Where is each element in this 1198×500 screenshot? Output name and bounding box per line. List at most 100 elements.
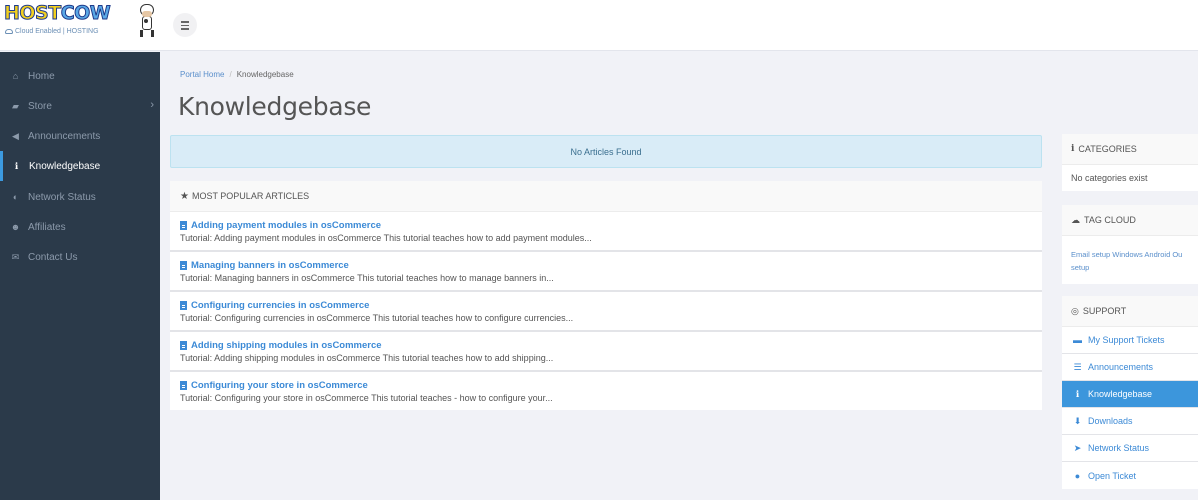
sidebar-item-network-status[interactable]: ◐ Network Status [0,182,160,212]
life-ring-icon: ◎ [1071,305,1079,316]
panel-heading-text: TAG CLOUD [1084,215,1136,225]
info-icon: i [1071,144,1075,154]
info-circle-icon: ℹ [1075,388,1080,399]
page-title: Knowledgebase [178,92,372,121]
sidebar-item-knowledgebase[interactable]: ℹ Knowledgebase [0,151,160,181]
article-item: Configuring your store in osCommerce Tut… [170,372,1042,410]
tag-link[interactable]: Email setup [1071,250,1110,259]
tag-cloud-heading: ☁ TAG CLOUD [1062,205,1198,236]
panel-heading-text: CATEGORIES [1078,144,1137,154]
cloud-icon: ☁ [1071,214,1080,225]
logo-host: HOST [4,2,62,25]
file-icon [180,380,187,390]
tag-link[interactable]: Windows [1112,250,1142,259]
sidebar-nav: ⌂ Home ▰ Store › ◀ Announcements ℹ Knowl… [0,52,160,500]
chevron-right-icon: › [150,99,154,111]
sidebar-item-label: Network Status [28,191,96,203]
bullhorn-icon: ◀ [12,130,19,141]
support-item-label: Knowledgebase [1088,389,1153,399]
sidebar-item-home[interactable]: ⌂ Home [0,61,160,91]
basket-icon: ▰ [12,100,19,111]
hamburger-line [181,24,189,26]
panel-heading-text: MOST POPULAR ARTICLES [191,191,310,201]
support-panel: ◎ SUPPORT ▬ My Support Tickets ☰ Announc… [1062,296,1198,489]
breadcrumb-separator: / [229,70,232,79]
article-description: Tutorial: Adding shipping modules in osC… [180,353,554,363]
sidebar-item-label: Store [28,100,52,112]
logo-tagline: Cloud Enabled | HOSTING [5,28,99,35]
download-icon: ⬇ [1073,415,1082,426]
sidebar-item-contact-us[interactable]: ✉ Contact Us [0,242,160,272]
article-item: Configuring currencies in osCommerce Tut… [170,292,1042,332]
article-item: Managing banners in osCommerce Tutorial:… [170,252,1042,292]
sidebar-item-label: Contact Us [28,251,78,263]
article-link[interactable]: Adding shipping modules in osCommerce [180,339,1032,351]
article-link[interactable]: Adding payment modules in osCommerce [180,219,1032,231]
sidebar-item-label: Announcements [28,130,101,142]
top-header: HOSTCOW Cloud Enabled | HOSTING [0,0,1198,51]
article-link[interactable]: Configuring currencies in osCommerce [180,299,1032,311]
star-icon: ★ [180,190,189,202]
envelope-icon: ✉ [11,251,20,262]
cow-mascot-icon [137,2,157,38]
sidebar-item-affiliates[interactable]: ☻ Affiliates [0,212,160,242]
panel-heading-text: SUPPORT [1082,306,1127,316]
support-heading: ◎ SUPPORT [1062,296,1198,327]
file-icon [180,260,187,270]
support-item-my-tickets[interactable]: ▬ My Support Tickets [1062,327,1198,354]
rocket-icon: ➤ [1073,442,1082,453]
article-link[interactable]: Managing banners in osCommerce [180,259,1032,271]
logo-wordmark: HOSTCOW [4,2,112,25]
support-item-downloads[interactable]: ⬇ Downloads [1062,408,1198,435]
sidebar-item-store[interactable]: ▰ Store › [0,91,160,121]
categories-heading: i CATEGORIES [1062,134,1198,165]
hamburger-line [181,28,189,30]
users-icon: ☻ [10,222,21,232]
comments-icon: ● [1074,470,1081,481]
logo-cow: COW [60,2,111,25]
menu-toggle-button[interactable] [173,13,197,37]
tag-cloud-list: Email setup Windows Android Ou setup [1062,236,1198,284]
tagline-text: Cloud Enabled | HOSTING [15,28,99,35]
support-item-announcements[interactable]: ☰ Announcements [1062,354,1198,381]
tag-link[interactable]: Android [1144,250,1170,259]
brand-logo[interactable]: HOSTCOW Cloud Enabled | HOSTING [4,2,160,46]
home-icon: ⌂ [12,71,19,81]
support-item-label: Network Status [1088,443,1150,453]
article-title: Managing banners in osCommerce [191,259,349,271]
tag-link[interactable]: Ou [1172,250,1182,259]
article-description: Tutorial: Configuring currencies in osCo… [180,313,574,323]
cloud-icon [5,28,13,34]
popular-articles-heading: ★ MOST POPULAR ARTICLES [170,181,1042,212]
alert-message: No Articles Found [570,146,642,157]
article-link[interactable]: Configuring your store in osCommerce [180,379,1032,391]
info-circle-icon: ℹ [14,160,19,171]
support-item-open-ticket[interactable]: ● Open Ticket [1062,462,1198,489]
support-item-network-status[interactable]: ➤ Network Status [1062,435,1198,462]
file-icon [180,220,187,230]
file-icon [180,300,187,310]
support-item-label: Open Ticket [1088,470,1137,481]
breadcrumb: Portal Home / Knowledgebase [180,70,294,79]
article-title: Adding payment modules in osCommerce [191,219,382,231]
popular-articles-panel: ★ MOST POPULAR ARTICLES Adding payment m… [170,181,1042,410]
support-item-label: My Support Tickets [1088,335,1165,345]
no-articles-alert: No Articles Found [170,135,1042,168]
file-icon [180,340,187,350]
sidebar-item-announcements[interactable]: ◀ Announcements [0,121,160,151]
support-item-knowledgebase[interactable]: ℹ Knowledgebase [1062,381,1198,408]
support-item-label: Downloads [1088,416,1133,426]
categories-empty-text: No categories exist [1071,173,1148,183]
list-icon: ☰ [1073,361,1082,372]
ticket-icon: ▬ [1073,335,1082,345]
article-title: Configuring currencies in osCommerce [191,299,370,311]
categories-panel: i CATEGORIES No categories exist [1062,134,1198,191]
breadcrumb-home-link[interactable]: Portal Home [180,70,224,79]
hamburger-icon [181,21,189,23]
tag-cloud-panel: ☁ TAG CLOUD Email setup Windows Android … [1062,205,1198,284]
tag-link[interactable]: setup [1071,263,1089,272]
sidebar-item-label: Knowledgebase [29,160,101,172]
article-title: Adding shipping modules in osCommerce [191,339,382,351]
sidebar-item-label: Home [28,70,55,82]
sidebar-item-label: Affiliates [28,221,66,233]
